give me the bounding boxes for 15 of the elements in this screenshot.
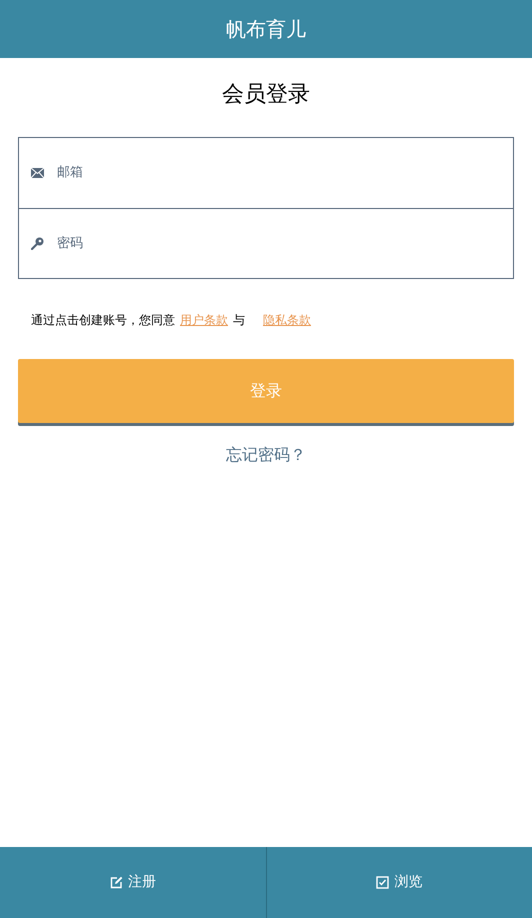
browse-tab[interactable]: 浏览 (266, 847, 532, 918)
conjunction-text: 与 (233, 312, 245, 329)
password-field[interactable]: 密码 (57, 234, 513, 254)
register-tab[interactable]: 注册 (0, 847, 266, 918)
mail-icon (31, 168, 44, 178)
key-icon (31, 237, 44, 250)
agreement-text: 通过点击创建账号，您同意 (31, 312, 175, 329)
app-title: 帆布育儿 (226, 16, 306, 43)
checkbox-icon (376, 876, 390, 889)
forgot-password-link[interactable]: 忘记密码？ (226, 443, 306, 467)
page-title: 会员登录 (222, 81, 310, 109)
email-field[interactable]: 邮箱 (57, 163, 513, 183)
edit-icon (110, 876, 123, 889)
terms-link[interactable]: 用户条款 (180, 311, 228, 329)
privacy-link[interactable]: 隐私条款 (263, 311, 311, 329)
